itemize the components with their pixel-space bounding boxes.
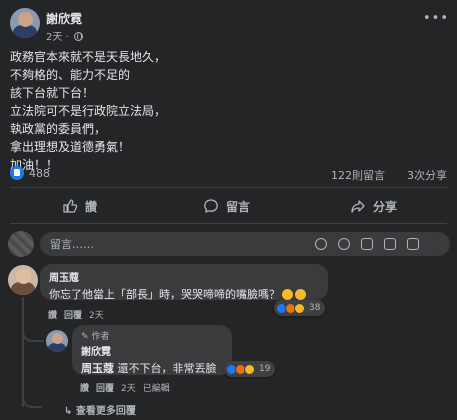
avatar-sticker-icon[interactable] xyxy=(315,238,327,250)
share-count[interactable]: 3次分享 xyxy=(407,167,447,183)
avatar-body-shape xyxy=(11,282,35,295)
commenter-avatar[interactable] xyxy=(8,265,38,295)
avatar-face-shape xyxy=(15,268,31,284)
haha-reaction-icon xyxy=(294,302,305,314)
avatar-body-shape xyxy=(48,342,66,352)
emoji-icon[interactable] xyxy=(338,238,350,250)
like-button-label: 讚 xyxy=(85,199,98,214)
comment-count[interactable]: 122則留言 xyxy=(331,167,385,183)
globe-icon xyxy=(73,32,83,41)
reply-reactions[interactable]: 19 xyxy=(224,361,276,377)
thread-line xyxy=(22,297,24,407)
post-body: 政務官本來就不是天長地久， 不夠格的、能力不足的 該下台就下台！ 立法院可不是行… xyxy=(10,48,440,174)
like-count[interactable]: 488 xyxy=(29,167,50,180)
reaction-count: 19 xyxy=(259,364,271,374)
avatar-face-shape xyxy=(17,11,33,27)
thumbs-up-icon xyxy=(63,199,78,213)
reply-actions: 讚回覆 2天 已編輯 xyxy=(80,381,177,394)
reply-connector xyxy=(22,322,44,342)
sticker-icon[interactable] xyxy=(407,238,419,250)
post-stats: 488 122則留言 3次分享 xyxy=(10,165,447,183)
comment-input-box[interactable] xyxy=(40,232,450,256)
comment-button-label: 留言 xyxy=(226,199,251,214)
more-replies-connector xyxy=(22,396,42,408)
post-body-line: 執政黨的委員們， xyxy=(10,122,107,136)
reply-author-avatar[interactable] xyxy=(46,330,68,352)
post-body-line: 立法院可不是行政院立法局， xyxy=(10,104,167,118)
reply-bubble: ✎ 作者 謝欣霓 周玉蔻 還不下台，非常丟臉 xyxy=(72,325,232,375)
comment-text-body: 你忘了他當上「部長」時，哭哭啼啼的嘴臉嗎？ xyxy=(49,288,280,301)
post-card: 謝欣霓 2天 · ••• 政務官本來就不是天長地久， 不夠格的、能力不足的 該下… xyxy=(0,0,457,420)
unamused-emoji-icon xyxy=(295,289,306,300)
reply-time[interactable]: 2天 xyxy=(121,384,136,394)
post-author-name[interactable]: 謝欣霓 xyxy=(46,10,82,27)
grimace-emoji-icon xyxy=(282,289,293,300)
comment-actions: 讚回覆 2天 xyxy=(48,308,111,321)
comment-author[interactable]: 周玉蔻 xyxy=(49,269,319,284)
reply-reply-link[interactable]: 回覆 xyxy=(96,384,114,394)
comment-like-link[interactable]: 讚 xyxy=(48,311,57,321)
post-time-text: 2天 xyxy=(46,32,63,43)
reaction-count: 38 xyxy=(309,303,321,313)
reply-like-link[interactable]: 讚 xyxy=(80,384,89,394)
comment-input[interactable] xyxy=(50,236,290,252)
like-reaction-icon xyxy=(10,166,24,180)
reply-mention[interactable]: 周玉蔻 xyxy=(81,362,114,375)
reply-text-body: 還不下台，非常丟臉 xyxy=(114,362,217,375)
avatar-face-shape xyxy=(51,332,63,344)
avatar-body-shape xyxy=(13,25,37,38)
comment-reply-link[interactable]: 回覆 xyxy=(64,311,82,321)
view-more-replies[interactable]: ↳ 查看更多回覆 xyxy=(64,402,136,417)
divider xyxy=(10,187,447,188)
post-body-line: 不夠格的、能力不足的 xyxy=(10,68,131,82)
current-user-avatar xyxy=(8,231,34,257)
post-body-line: 拿出理想及道德勇氣！ xyxy=(10,140,131,154)
camera-icon[interactable] xyxy=(361,238,373,250)
more-options-icon[interactable]: ••• xyxy=(423,12,448,28)
share-button-label: 分享 xyxy=(373,199,398,214)
post-author-avatar[interactable] xyxy=(10,8,40,38)
comment-icon xyxy=(204,199,218,213)
post-body-line: 該下台就下台！ xyxy=(10,86,95,100)
like-button[interactable]: 讚 xyxy=(62,195,97,217)
edited-label: 已編輯 xyxy=(142,384,170,394)
reply-text: 周玉蔻 還不下台，非常丟臉 xyxy=(81,360,223,376)
post-timestamp[interactable]: 2天 · xyxy=(46,28,83,43)
reply-author[interactable]: 謝欣霓 xyxy=(81,343,223,358)
comment-reactions[interactable]: 38 xyxy=(274,300,326,316)
author-badge: ✎ 作者 xyxy=(81,332,110,342)
share-icon xyxy=(351,200,365,213)
comment-button[interactable]: 留言 xyxy=(203,195,250,217)
gif-icon[interactable] xyxy=(384,238,396,250)
comment-bubble: 周玉蔻 你忘了他當上「部長」時，哭哭啼啼的嘴臉嗎？ xyxy=(40,264,328,301)
comment-time[interactable]: 2天 xyxy=(89,311,104,321)
haha-reaction-icon xyxy=(244,363,255,375)
view-more-replies-label: 查看更多回覆 xyxy=(75,406,136,417)
post-body-line: 政務官本來就不是天長地久， xyxy=(10,50,167,64)
author-badge-text: 作者 xyxy=(91,332,110,342)
share-button[interactable]: 分享 xyxy=(350,195,397,217)
divider xyxy=(10,223,447,224)
